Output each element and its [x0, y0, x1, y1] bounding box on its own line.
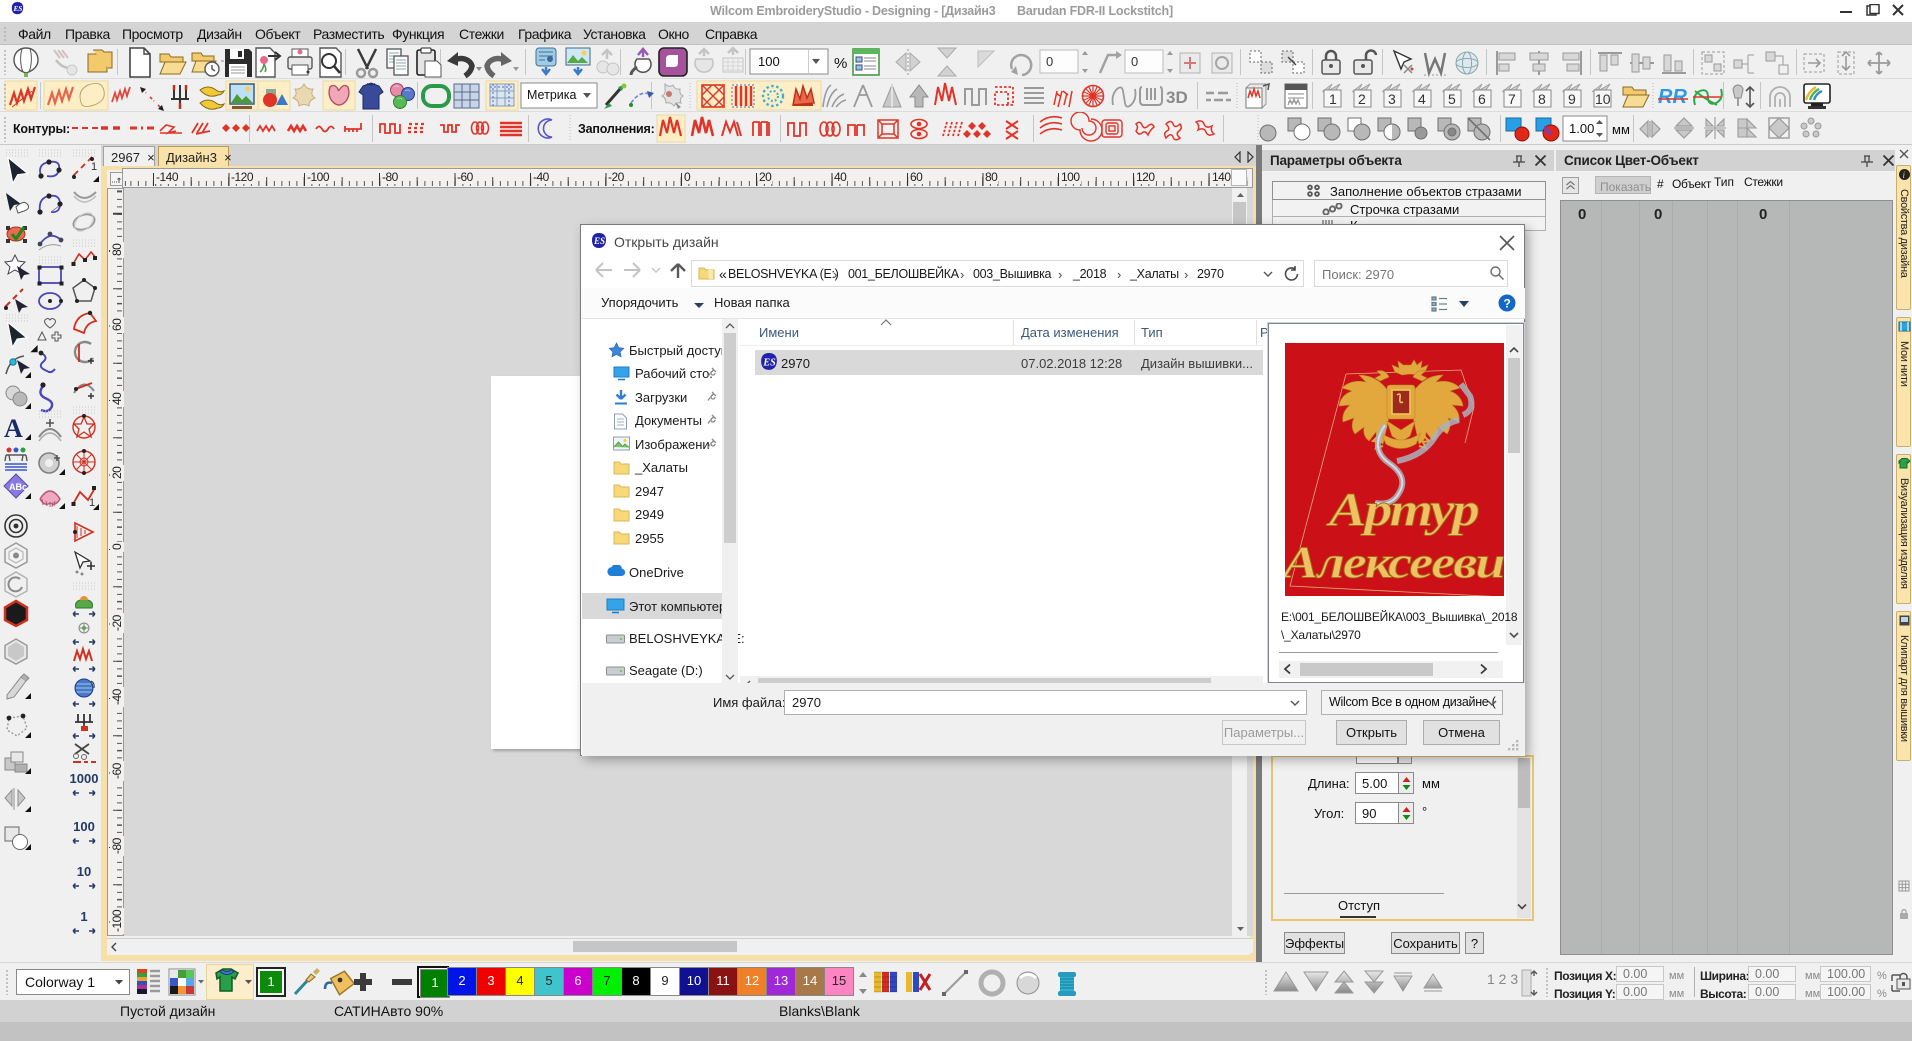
- svg-text:ES: ES: [593, 236, 605, 246]
- svg-text:100: 100: [73, 819, 95, 834]
- svg-text:ES: ES: [762, 357, 776, 368]
- svg-text:5: 5: [1448, 91, 1456, 107]
- svg-text:%: %: [834, 55, 847, 72]
- svg-text:8: 8: [1538, 91, 1546, 107]
- svg-text:9: 9: [1568, 91, 1576, 107]
- svg-text:10: 10: [77, 864, 91, 879]
- svg-text:7: 7: [1508, 91, 1516, 107]
- svg-text:RR: RR: [1658, 86, 1687, 108]
- svg-text:4: 4: [1418, 91, 1426, 107]
- svg-text:6: 6: [1478, 91, 1486, 107]
- svg-text:A: A: [4, 414, 23, 443]
- svg-text:0: 0: [1131, 54, 1138, 69]
- svg-text:Заполнения:: Заполнения:: [578, 122, 655, 136]
- svg-text:ES: ES: [12, 4, 22, 13]
- svg-text:3D: 3D: [1166, 88, 1188, 107]
- svg-text:мм: мм: [1612, 122, 1630, 137]
- svg-text:1000: 1000: [70, 771, 99, 786]
- svg-text:3: 3: [1388, 91, 1396, 107]
- svg-text:2: 2: [1358, 91, 1366, 107]
- svg-text:0: 0: [1046, 54, 1053, 69]
- svg-text:Алексееви: Алексееви: [1285, 536, 1504, 587]
- svg-text:1: 1: [1329, 91, 1337, 107]
- svg-text:Артур: Артур: [1326, 485, 1479, 537]
- svg-text:ABc: ABc: [9, 482, 27, 492]
- svg-text:Контуры:: Контуры:: [13, 122, 70, 136]
- svg-text:1.00: 1.00: [1569, 121, 1594, 136]
- svg-text:1: 1: [80, 909, 87, 924]
- svg-text:10: 10: [1595, 91, 1611, 107]
- svg-text:100: 100: [758, 54, 780, 69]
- svg-text:Метрика: Метрика: [527, 88, 576, 102]
- svg-text:?: ?: [1504, 297, 1511, 311]
- svg-text:1: 1: [91, 161, 97, 173]
- svg-text:1: 1: [89, 497, 95, 509]
